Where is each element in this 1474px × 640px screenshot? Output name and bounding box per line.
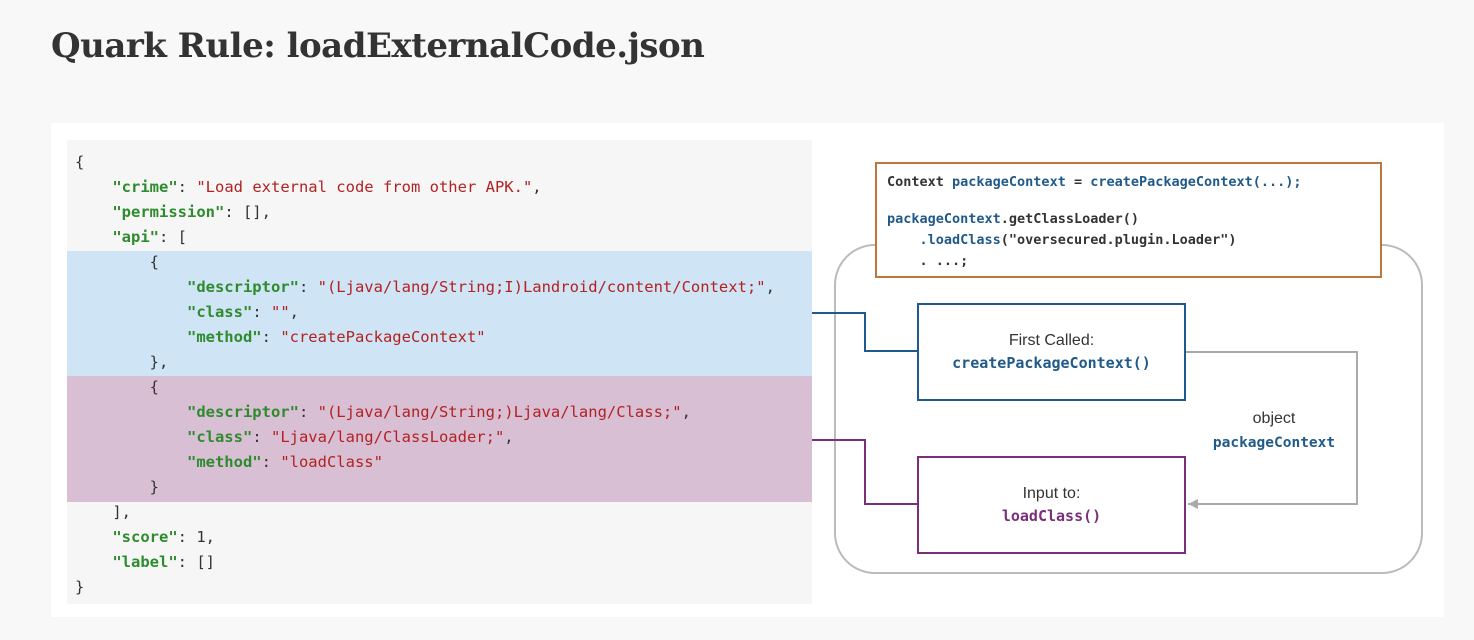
object-label: object [1252,410,1296,427]
purple-connector [812,439,917,505]
java-code-snippet: Context packageContext = createPackageCo… [875,162,1382,278]
input-to-box: Input to: loadClass() [917,456,1186,554]
snippet-indent [887,232,920,248]
snippet-ellipsis: . ...; [887,253,969,269]
snippet-assign: = [1065,174,1091,190]
input-to-label: Input to: [1022,485,1081,502]
page-title: Quark Rule: loadExternalCode.json [51,26,705,66]
snippet-var-2: packageContext [887,211,1001,227]
snippet-var: packageContext [952,174,1066,190]
snippet-create-call: createPackageContext(...); [1090,174,1302,190]
blue-connector [812,312,917,352]
first-called-box: First Called: createPackageContext() [917,303,1186,401]
object-flow-arrow [1186,351,1358,509]
snippet-load-class: .loadClass [919,232,1001,248]
object-name: packageContext [1212,435,1336,451]
input-to-method: loadClass() [1001,507,1102,525]
snippet-type: Context [887,174,953,190]
snippet-get-loader: .getClassLoader() [1000,211,1139,227]
first-called-label: First Called: [1008,332,1095,349]
rule-figure: { "crime": "Load external code from othe… [51,123,1444,617]
snippet-load-arg: ("oversecured.plugin.Loader") [1000,232,1237,248]
first-called-method: createPackageContext() [952,354,1151,372]
